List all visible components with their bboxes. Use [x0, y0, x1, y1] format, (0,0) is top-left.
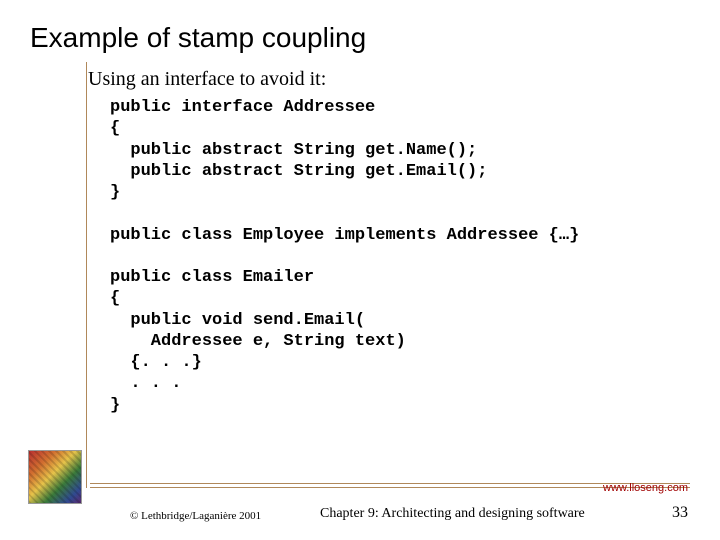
vertical-rule — [86, 62, 87, 488]
horizontal-rule-bottom — [90, 487, 690, 488]
chapter-text: Chapter 9: Architecting and designing so… — [320, 506, 585, 522]
code-block: public interface Addressee { public abst… — [110, 97, 690, 416]
footer: © Lethbridge/Laganière 2001 Chapter 9: A… — [0, 502, 720, 522]
horizontal-rule-top — [90, 483, 690, 484]
page-number: 33 — [672, 504, 688, 522]
slide: Example of stamp coupling Using an inter… — [0, 0, 720, 540]
copyright-text: © Lethbridge/Laganière 2001 — [130, 510, 261, 522]
decorative-square — [28, 450, 82, 504]
slide-subtitle: Using an interface to avoid it: — [88, 68, 690, 91]
source-url: www.lloseng.com — [603, 482, 688, 494]
slide-title: Example of stamp coupling — [30, 22, 690, 54]
